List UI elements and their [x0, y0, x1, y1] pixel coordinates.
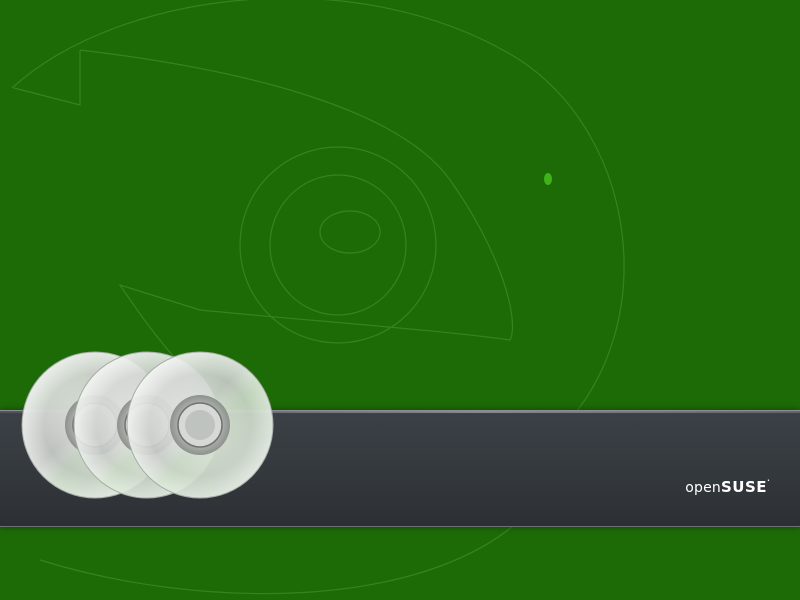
cd-disc-group [21, 351, 274, 499]
opensuse-logo: openSUSE• [685, 478, 770, 496]
accent-dot [544, 173, 552, 185]
lower-arc-line [39, 519, 521, 595]
cd-disc-icon-3 [126, 351, 274, 499]
logo-prefix: open [685, 480, 721, 496]
trademark-mark: • [767, 478, 770, 484]
eye-inner-ring [319, 210, 381, 254]
logo-name: SUSE [721, 478, 768, 496]
eye-middle-ring [269, 174, 407, 316]
